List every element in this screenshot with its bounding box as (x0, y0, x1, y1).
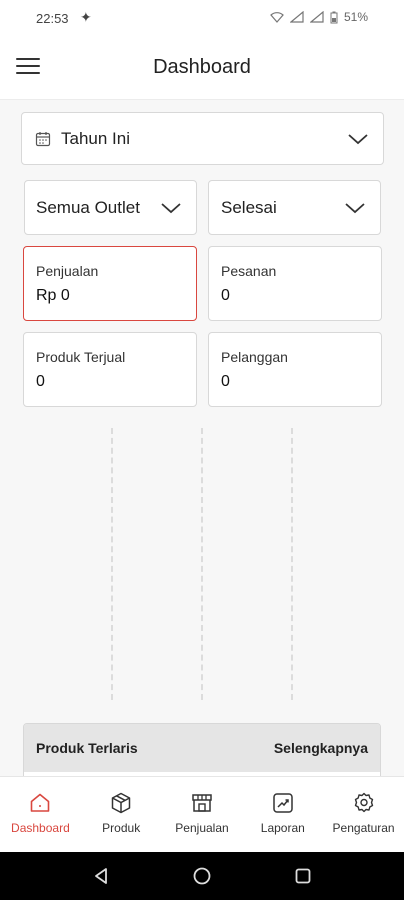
signal-icon (289, 11, 304, 23)
status-icons: 51% (270, 10, 368, 24)
home-circle-icon[interactable] (192, 866, 212, 886)
status-select-value: Selesai (221, 197, 277, 217)
stat-value: 0 (221, 287, 230, 304)
back-icon[interactable] (91, 866, 111, 886)
best-products-header: Produk Terlaris Selengkapnya (24, 724, 380, 772)
nav-item-laporan[interactable]: Laporan (242, 777, 323, 852)
home-icon (31, 793, 50, 812)
chevron-down-icon (345, 202, 365, 213)
status-time: 22:53 (36, 11, 69, 26)
stat-card-pelanggan[interactable]: Pelanggan 0 (208, 332, 382, 407)
status-select[interactable]: Selesai (208, 180, 381, 235)
box-icon (111, 792, 131, 814)
nav-item-dashboard[interactable]: Dashboard (0, 777, 81, 852)
outlet-select[interactable]: Semua Outlet (24, 180, 197, 235)
nav-item-pengaturan[interactable]: Pengaturan (323, 777, 404, 852)
stat-value: 0 (36, 373, 45, 390)
nav-label: Produk (102, 821, 141, 835)
nav-item-penjualan[interactable]: Penjualan (162, 777, 243, 852)
battery-icon (330, 11, 338, 23)
outlet-select-value: Semua Outlet (36, 197, 140, 217)
bottom-navigation: Dashboard Produk Penjualan Laporan Penga… (0, 776, 404, 852)
see-more-link[interactable]: Selengkapnya (274, 740, 368, 756)
period-select[interactable]: Tahun Ini (21, 112, 384, 165)
chevron-down-icon (348, 133, 368, 144)
recents-icon[interactable] (293, 866, 313, 886)
signal-icon-2 (309, 11, 324, 23)
stat-label: Pesanan (221, 263, 277, 279)
stat-label: Pelanggan (221, 349, 288, 365)
nav-label: Laporan (260, 821, 305, 835)
nav-label: Penjualan (175, 821, 229, 835)
nav-label: Dashboard (11, 821, 70, 835)
stat-value: 0 (221, 373, 230, 390)
chart-gridline (201, 428, 203, 700)
app-bar: Dashboard (0, 36, 404, 100)
stat-value: Rp 0 (36, 287, 70, 304)
best-products-title: Produk Terlaris (36, 740, 138, 756)
wifi-icon (270, 12, 284, 23)
sales-chart-area (23, 428, 381, 700)
page-title: Dashboard (153, 56, 251, 78)
stat-card-pesanan[interactable]: Pesanan 0 (208, 246, 382, 321)
chart-gridline (111, 428, 113, 700)
gear-icon (354, 792, 373, 813)
status-bar: 22:53 ✦ 51% (0, 0, 404, 36)
period-select-value: Tahun Ini (61, 128, 130, 148)
stat-card-produk-terjual[interactable]: Produk Terjual 0 (23, 332, 197, 407)
best-products-card: Produk Terlaris Selengkapnya (23, 723, 381, 783)
battery-percent: 51% (343, 10, 368, 24)
nav-item-produk[interactable]: Produk (81, 777, 162, 852)
stat-label: Penjualan (36, 263, 99, 279)
calendar-icon (35, 131, 51, 146)
chart-gridline (291, 428, 293, 700)
system-navigation-bar (0, 852, 404, 900)
chevron-down-icon (161, 202, 181, 213)
nav-label: Pengaturan (332, 821, 395, 835)
store-icon (192, 794, 212, 812)
stat-card-penjualan[interactable]: Penjualan Rp 0 (23, 246, 197, 321)
sparkle-icon: ✦ (80, 9, 92, 25)
report-chart-icon (273, 793, 293, 813)
stat-label: Produk Terjual (36, 349, 126, 365)
